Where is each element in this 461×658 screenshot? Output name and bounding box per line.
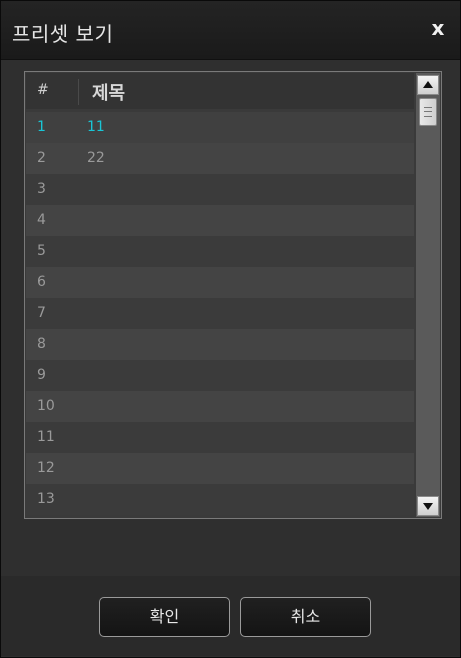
ok-button[interactable]: 확인 [99,597,230,637]
column-header-number[interactable]: # [37,82,49,98]
close-button[interactable]: x [426,15,450,41]
column-header-title[interactable]: 제목 [92,79,125,105]
vertical-scrollbar[interactable] [416,73,440,517]
list-row[interactable]: 2 22 [26,143,414,174]
list-row[interactable]: 10 [26,391,414,422]
preset-view-dialog: 프리셋 보기 x # 제목 1 11 2 22 3 4 5 6 7 8 9 10 11 12 13 [0,0,461,658]
row-number: 4 [37,212,46,228]
dialog-title: 프리셋 보기 [12,22,114,46]
list-row[interactable]: 4 [26,205,414,236]
row-number: 13 [37,491,55,507]
column-separator[interactable] [78,79,79,105]
list-row[interactable]: 1 11 [26,112,414,143]
title-bar: 프리셋 보기 x [1,1,460,60]
list-row[interactable]: 3 [26,174,414,205]
cancel-button[interactable]: 취소 [240,597,371,637]
row-number: 5 [37,243,46,259]
dialog-footer [1,576,460,656]
preset-list[interactable]: # 제목 1 11 2 22 3 4 5 6 7 8 9 10 11 12 13 [24,71,442,519]
scroll-down-icon[interactable] [417,496,439,516]
row-number: 7 [37,305,46,321]
row-number: 12 [37,460,55,476]
row-number: 2 [37,150,46,166]
scroll-up-icon[interactable] [417,75,439,95]
list-row[interactable]: 9 [26,360,414,391]
list-row[interactable]: 5 [26,236,414,267]
list-rows: 1 11 2 22 3 4 5 6 7 8 9 10 11 12 13 [26,112,414,515]
list-row[interactable]: 7 [26,298,414,329]
row-number: 3 [37,181,46,197]
row-title: 22 [87,150,105,166]
row-number: 8 [37,336,46,352]
list-row[interactable]: 11 [26,422,414,453]
row-number: 10 [37,398,55,414]
row-number: 9 [37,367,46,383]
list-row[interactable]: 6 [26,267,414,298]
row-number: 6 [37,274,46,290]
list-row[interactable]: 12 [26,453,414,484]
list-header: # 제목 [26,73,414,109]
row-number: 1 [37,119,46,135]
scroll-thumb[interactable] [419,98,437,126]
row-title: 11 [87,119,105,135]
row-number: 11 [37,429,55,445]
list-row[interactable]: 13 [26,484,414,515]
list-row[interactable]: 8 [26,329,414,360]
